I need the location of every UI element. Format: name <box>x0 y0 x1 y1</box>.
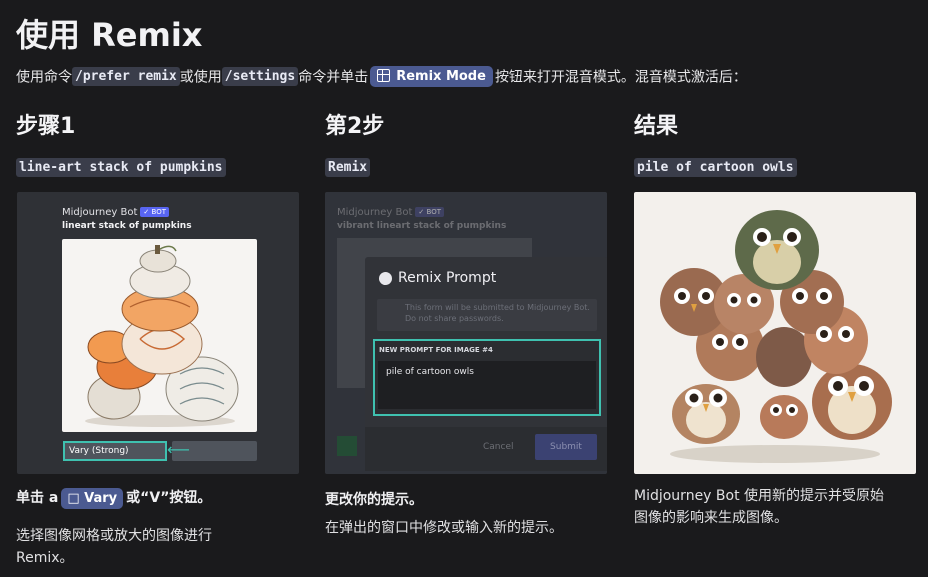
intro-text-1: 使用命令 <box>16 69 72 86</box>
vary-strong-button[interactable]: Vary (Strong) <box>63 441 167 461</box>
step-2-screenshot: Midjourney Bot ✓ BOT vibrant lineart stac… <box>325 192 607 474</box>
warning-line-1: This form will be submitted to Midjourne… <box>405 303 590 312</box>
bot-name: Midjourney Bot ✓ BOT <box>62 207 169 218</box>
pumpkin-stack-image <box>62 239 257 432</box>
submit-button[interactable]: Submit <box>535 434 597 460</box>
step-1-heading: 步骤1 <box>16 114 76 139</box>
result-heading: 结果 <box>634 114 679 139</box>
vary-inline-button: □ Vary <box>61 488 124 509</box>
warning-line-2: Do not share passwords. <box>405 314 504 323</box>
grid-icon <box>377 69 391 82</box>
intro-text-3: 命令并单击 <box>298 69 369 86</box>
cancel-button[interactable]: Cancel <box>483 442 514 452</box>
step-2-caption: 在弹出的窗口中修改或输入新的提示。 <box>325 520 563 536</box>
vary-strong-label: Vary (Strong) <box>69 446 129 456</box>
step-1-caption: 选择图像网格或放大的图像进行 Remix。 <box>16 528 212 566</box>
owls-image <box>634 192 916 474</box>
command-prefer-remix: /prefer remix <box>72 67 180 86</box>
intro-text-4: 按钮来打开混音模式。混音模式激活后： <box>494 69 747 86</box>
step-2-column: 第2步 Remix Midjourney Bot ✓ BOT vibrant li… <box>325 112 610 474</box>
result-tag: pile of cartoon owls <box>634 158 797 177</box>
page-title: 使用 Remix <box>16 16 203 54</box>
step-2-caption-bold: 更改你的提示。 <box>325 492 423 508</box>
arrow-left-icon: ⟵ <box>167 440 190 459</box>
bot-icon <box>379 272 392 285</box>
step-1-column: 步骤1 line-art stack of pumpkins Midjourne… <box>16 112 301 474</box>
remix-prompt-modal: Remix Prompt This form will be submitted… <box>365 257 607 471</box>
step-2-tag: Remix <box>325 158 371 177</box>
modal-footer: Cancel Submit <box>365 427 607 471</box>
step-1-screenshot: Midjourney Bot ✓ BOT lineart stack of pum… <box>17 192 299 474</box>
intro-text-2: 或使用 <box>179 69 222 86</box>
result-column: 结果 pile of cartoon owls <box>634 112 919 474</box>
field-label: NEW PROMPT FOR IMAGE #4 <box>379 346 493 354</box>
command-settings: /settings <box>221 67 299 86</box>
step-1-caption-bold: 单击 a □ Vary 或“V”按钮。 <box>16 487 211 509</box>
result-caption: Midjourney Bot 使用新的提示并受原始 图像的影响来生成图像。 <box>634 488 885 526</box>
new-prompt-field: NEW PROMPT FOR IMAGE #4 pile of cartoon … <box>373 339 601 416</box>
step-2-heading: 第2步 <box>325 114 385 139</box>
modal-title: Remix Prompt <box>398 270 497 286</box>
remix-mode-label: Remix Mode <box>396 69 486 84</box>
bot-badge: ✓ BOT <box>140 207 169 217</box>
prompt-input[interactable]: pile of cartoon owls <box>378 361 596 409</box>
bot-prompt: lineart stack of pumpkins <box>62 221 192 231</box>
step-1-tag: line-art stack of pumpkins <box>16 158 226 177</box>
intro-text: 使用命令/prefer remix 或使用/settings 命令并单击 Remix … <box>16 66 747 87</box>
remix-mode-button[interactable]: Remix Mode <box>370 66 493 87</box>
